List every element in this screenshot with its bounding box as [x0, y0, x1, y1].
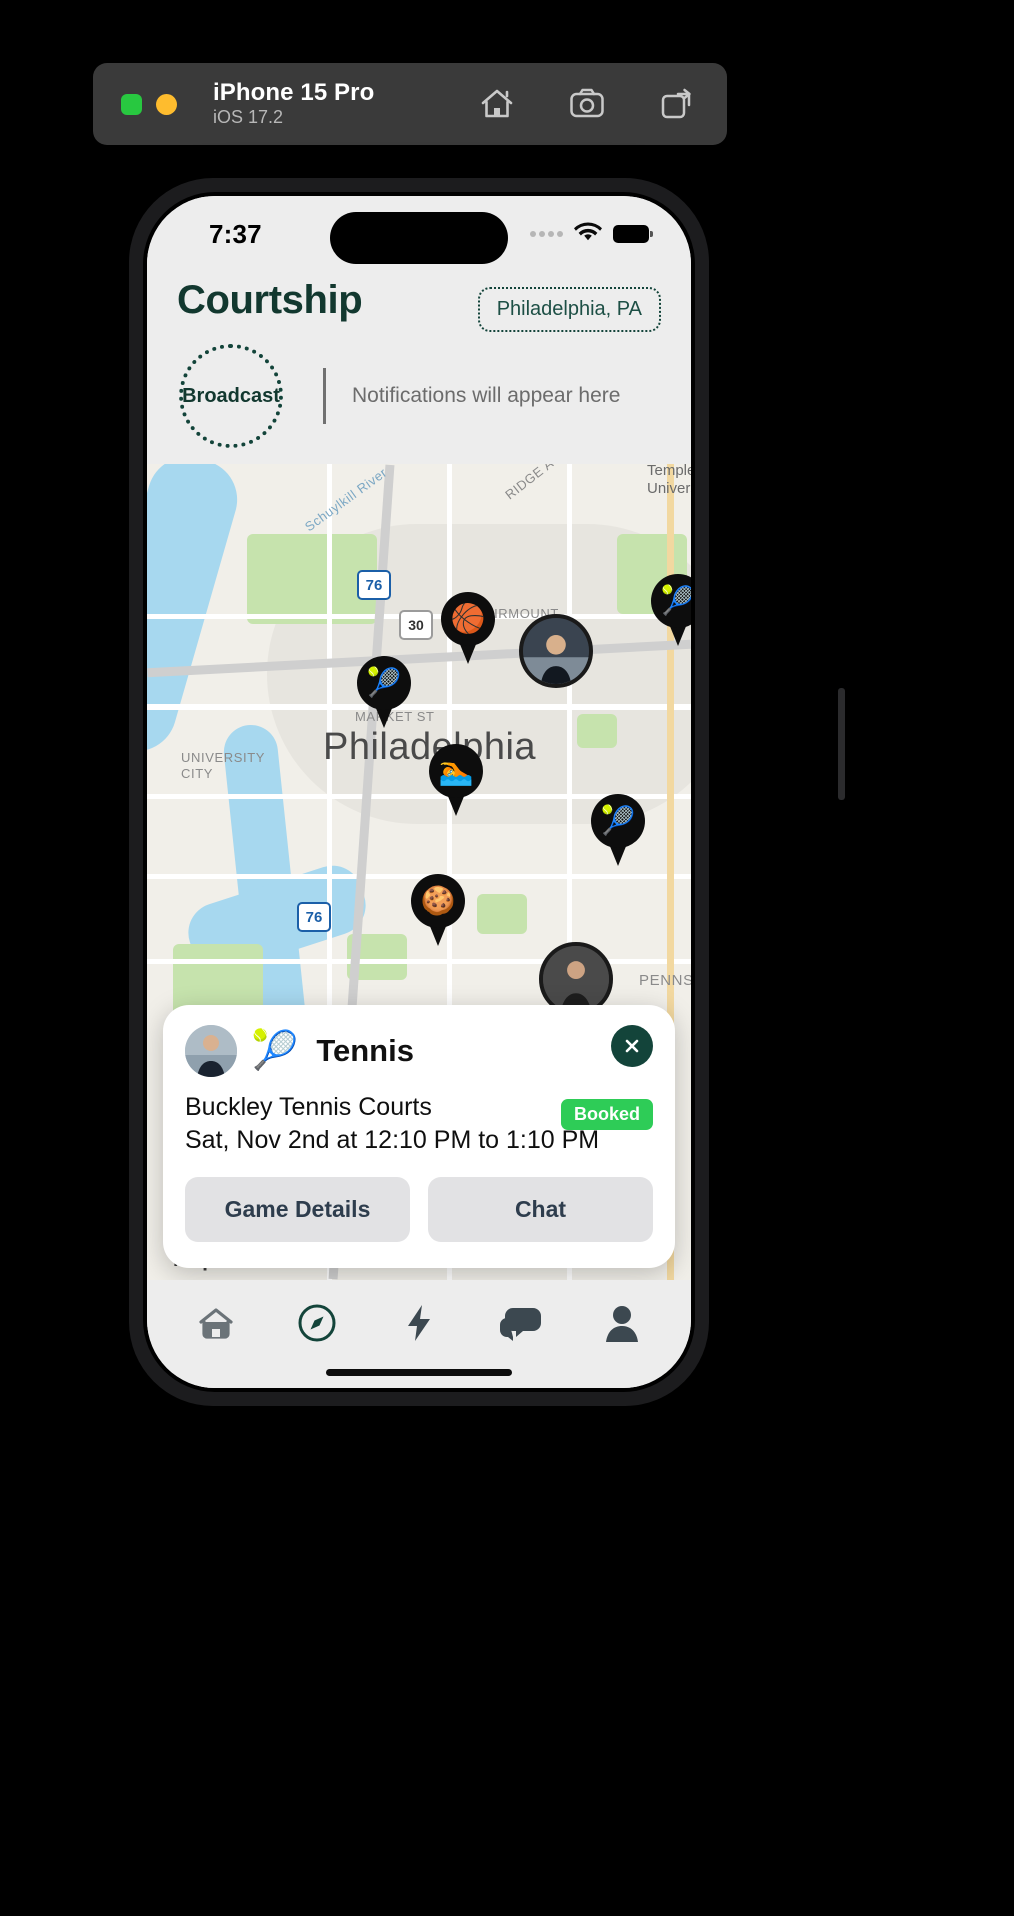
host-avatar[interactable] — [185, 1025, 237, 1077]
simulator-titlebar: iPhone 15 Pro iOS 17.2 — [93, 63, 727, 145]
simulator-device-name: iPhone 15 Pro — [213, 79, 375, 107]
event-card-header: 🎾 Tennis — [185, 1025, 653, 1077]
highway-shield-30: 30 — [399, 610, 433, 640]
avatar — [523, 618, 589, 684]
location-selector-button[interactable]: Philadelphia, PA — [477, 287, 661, 332]
minimize-window-button[interactable] — [156, 93, 177, 115]
power-button[interactable] — [838, 688, 845, 800]
bottom-tab-bar — [147, 1280, 691, 1388]
highway-shield-76: 76 — [357, 570, 391, 600]
tab-home[interactable] — [184, 1294, 248, 1352]
map-park — [577, 714, 617, 748]
event-detail-card: 🎾 Tennis Buckley Tennis Courts Sat, Nov … — [163, 1005, 675, 1268]
map-pin-swimming[interactable]: 🏊 — [429, 744, 483, 816]
signal-dots-icon — [530, 231, 563, 237]
tennis-icon: 🎾 — [600, 805, 636, 836]
avatar-image — [185, 1025, 237, 1077]
window-traffic-lights — [121, 93, 177, 115]
map-street-label: UNIVERSITY CITY — [181, 750, 266, 782]
bolt-icon — [407, 1305, 430, 1341]
page-title: Courtship — [177, 278, 363, 322]
tennis-icon: 🎾 — [660, 585, 691, 616]
swimming-icon: 🏊 — [438, 755, 474, 786]
tab-explore[interactable] — [285, 1294, 349, 1352]
screenshot-icon[interactable] — [567, 84, 607, 124]
dynamic-island — [330, 212, 508, 264]
map-pin-tennis[interactable]: 🎾 — [651, 574, 691, 646]
chat-button[interactable]: Chat — [428, 1177, 653, 1242]
broadcast-row: Broadcast Notifications will appear here — [147, 332, 691, 464]
map-park — [477, 894, 527, 934]
broadcast-button[interactable]: Broadcast — [179, 344, 283, 448]
status-indicators — [530, 222, 653, 247]
simulator-toolbar — [477, 84, 697, 124]
home-icon[interactable] — [477, 84, 517, 124]
divider — [323, 368, 326, 424]
home-indicator — [326, 1369, 512, 1376]
tab-profile[interactable] — [590, 1294, 654, 1352]
phone-screen: 7:37 Courtship Philadelphia, PA Broadcas… — [147, 196, 691, 1388]
status-badge: Booked — [560, 1099, 653, 1130]
wifi-icon — [574, 222, 602, 247]
compass-icon — [298, 1304, 336, 1342]
map-street-label: PENNSPORT — [639, 972, 691, 989]
map-poi-label: TempleUniversity — [647, 464, 691, 497]
person-icon — [606, 1306, 639, 1342]
battery-icon — [613, 225, 653, 243]
tennis-icon: 🎾 — [251, 1030, 299, 1072]
chat-bubbles-icon — [499, 1308, 541, 1341]
rotate-icon[interactable] — [657, 84, 697, 124]
iphone-device-frame: 7:37 Courtship Philadelphia, PA Broadcas… — [129, 178, 845, 1406]
app-header: Courtship Philadelphia, PA — [147, 272, 691, 332]
map-pin-basketball[interactable]: 🏀 — [441, 592, 495, 664]
event-sport-title: Tennis — [316, 1033, 414, 1068]
home-icon — [199, 1308, 233, 1339]
simulator-title-block: iPhone 15 Pro iOS 17.2 — [213, 80, 374, 127]
map-avatar-pin[interactable] — [519, 614, 593, 688]
avatar — [543, 946, 609, 1012]
map-view[interactable]: Philadelphia TempleUniversity FISHTOWN F… — [147, 464, 691, 1280]
notifications-placeholder: Notifications will appear here — [352, 384, 621, 407]
event-card-body: Buckley Tennis Courts Sat, Nov 2nd at 12… — [185, 1093, 653, 1155]
map-pin-tennis[interactable]: 🎾 — [591, 794, 645, 866]
close-icon[interactable] — [611, 1025, 653, 1067]
status-time: 7:37 — [209, 218, 262, 249]
event-card-actions: Game Details Chat — [185, 1177, 653, 1242]
device-bezel: 7:37 Courtship Philadelphia, PA Broadcas… — [143, 192, 695, 1392]
map-pin-tennis[interactable]: 🎾 — [357, 656, 411, 728]
pickleball-icon: 🍪 — [420, 885, 456, 916]
basketball-icon: 🏀 — [450, 603, 486, 634]
map-pin-pickleball[interactable]: 🍪 — [411, 874, 465, 946]
tab-activity[interactable] — [387, 1294, 451, 1352]
ios-status-bar: 7:37 — [147, 196, 691, 272]
screenshot-stage: iPhone 15 Pro iOS 17.2 7:37 Courtship Ph… — [0, 0, 1014, 1916]
maximize-window-button[interactable] — [121, 93, 142, 115]
tab-messages[interactable] — [489, 1294, 553, 1352]
event-datetime: Sat, Nov 2nd at 12:10 PM to 1:10 PM — [185, 1126, 600, 1154]
tennis-icon: 🎾 — [366, 667, 402, 698]
simulator-os-version: iOS 17.2 — [213, 107, 284, 128]
broadcast-label: Broadcast — [182, 384, 280, 407]
highway-shield-76: 76 — [297, 902, 331, 932]
game-details-button[interactable]: Game Details — [185, 1177, 410, 1242]
